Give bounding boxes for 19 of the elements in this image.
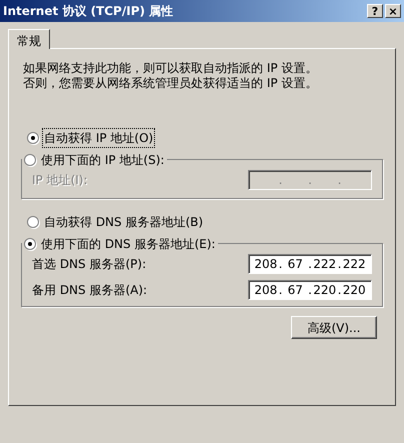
close-button[interactable]: × (385, 4, 401, 18)
description-text: 如果网络支持此功能，则可以获取自动指派的 IP 设置。否则，您需要从网络系统管理员处获得适当的 IP 设置。 (23, 61, 318, 91)
window-title: Internet 协议 (TCP/IP) 属性 (3, 3, 174, 20)
advanced-button[interactable]: 高级(V)... (291, 316, 377, 339)
radio-button[interactable] (24, 238, 36, 250)
radio-button[interactable] (27, 216, 39, 228)
tab[interactable]: 常规 (8, 29, 50, 49)
field-label: 首选 DNS 服务器(P): (32, 256, 148, 273)
radio-label: 自动获得 IP 地址(O) (43, 128, 154, 146)
ip-address-field[interactable]: 208. 67 .222.222 (248, 254, 372, 274)
radio-button[interactable] (24, 154, 36, 166)
radio-label: 使用下面的 IP 地址(S): (40, 152, 166, 168)
field-label: 备用 DNS 服务器(A): (32, 282, 148, 299)
field-label: IP 地址(I): (32, 172, 89, 189)
radio-label: 自动获得 DNS 服务器地址(B) (43, 214, 204, 230)
radio-label: 使用下面的 DNS 服务器地址(E): (40, 236, 216, 252)
help-button[interactable]: ? (367, 4, 383, 18)
ip-address-field[interactable]: 208. 67 .220.220 (248, 280, 372, 300)
radio-button[interactable] (27, 132, 39, 144)
